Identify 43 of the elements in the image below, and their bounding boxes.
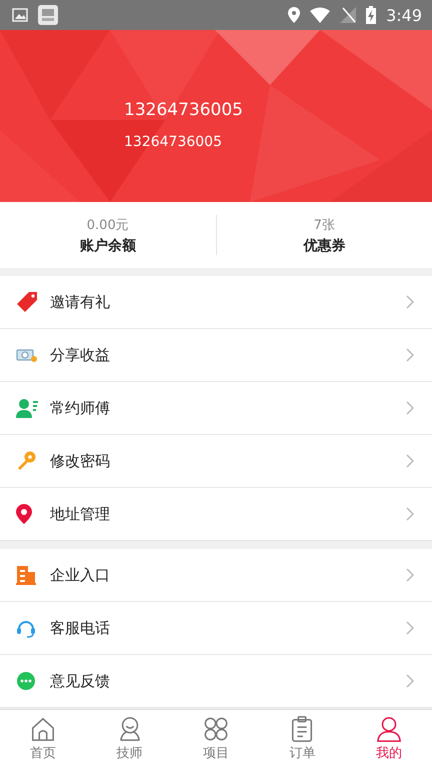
tab[interactable]: 项目 [172, 710, 260, 768]
clock: 3:49 [386, 6, 422, 24]
chevron-right-icon [406, 674, 414, 688]
image-icon [12, 7, 28, 23]
tab[interactable]: 首页 [0, 710, 86, 768]
chevron-right-icon [406, 454, 414, 468]
menu-item[interactable]: 企业入口 [0, 549, 432, 602]
location-icon [288, 7, 300, 23]
stat-item[interactable]: 7张 优惠券 [216, 216, 432, 254]
chevron-right-icon [406, 507, 414, 521]
tab[interactable]: 我的 [346, 710, 432, 768]
chevron-right-icon [406, 621, 414, 635]
battery-icon [366, 6, 376, 24]
chevron-right-icon [406, 295, 414, 309]
tag-icon [16, 291, 38, 313]
menu-item[interactable]: 地址管理 [0, 488, 432, 541]
tab[interactable]: 技师 [86, 710, 173, 768]
building-icon [16, 565, 36, 585]
grid-icon [203, 716, 230, 742]
banknote-icon [16, 347, 38, 363]
location-pin-icon [16, 504, 32, 524]
home-icon [30, 716, 56, 742]
user-name: 13264736005 [124, 100, 243, 120]
phone-number: 13264736005 [124, 134, 222, 150]
user-icon [376, 716, 402, 742]
headset-icon [16, 618, 36, 638]
chevron-right-icon [406, 568, 414, 582]
signal-icon [340, 7, 356, 23]
tab[interactable]: 订单 [259, 710, 346, 768]
menu-item[interactable]: 分享收益 [0, 329, 432, 382]
menu-item[interactable]: 常约师傅 [0, 382, 432, 435]
chevron-right-icon [406, 401, 414, 415]
person-icon [16, 398, 38, 418]
menu-item[interactable]: 客服电话 [0, 602, 432, 655]
wifi-icon [310, 7, 330, 23]
menu-item[interactable]: 意见反馈 [0, 655, 432, 708]
app-icon [38, 5, 58, 25]
key-icon [16, 451, 36, 471]
chevron-right-icon [406, 348, 414, 362]
chat-icon [16, 671, 36, 691]
menu-item[interactable]: 邀请有礼 [0, 276, 432, 329]
stat-item[interactable]: 0.00元 账户余额 [0, 216, 216, 254]
menu-item[interactable]: 修改密码 [0, 435, 432, 488]
